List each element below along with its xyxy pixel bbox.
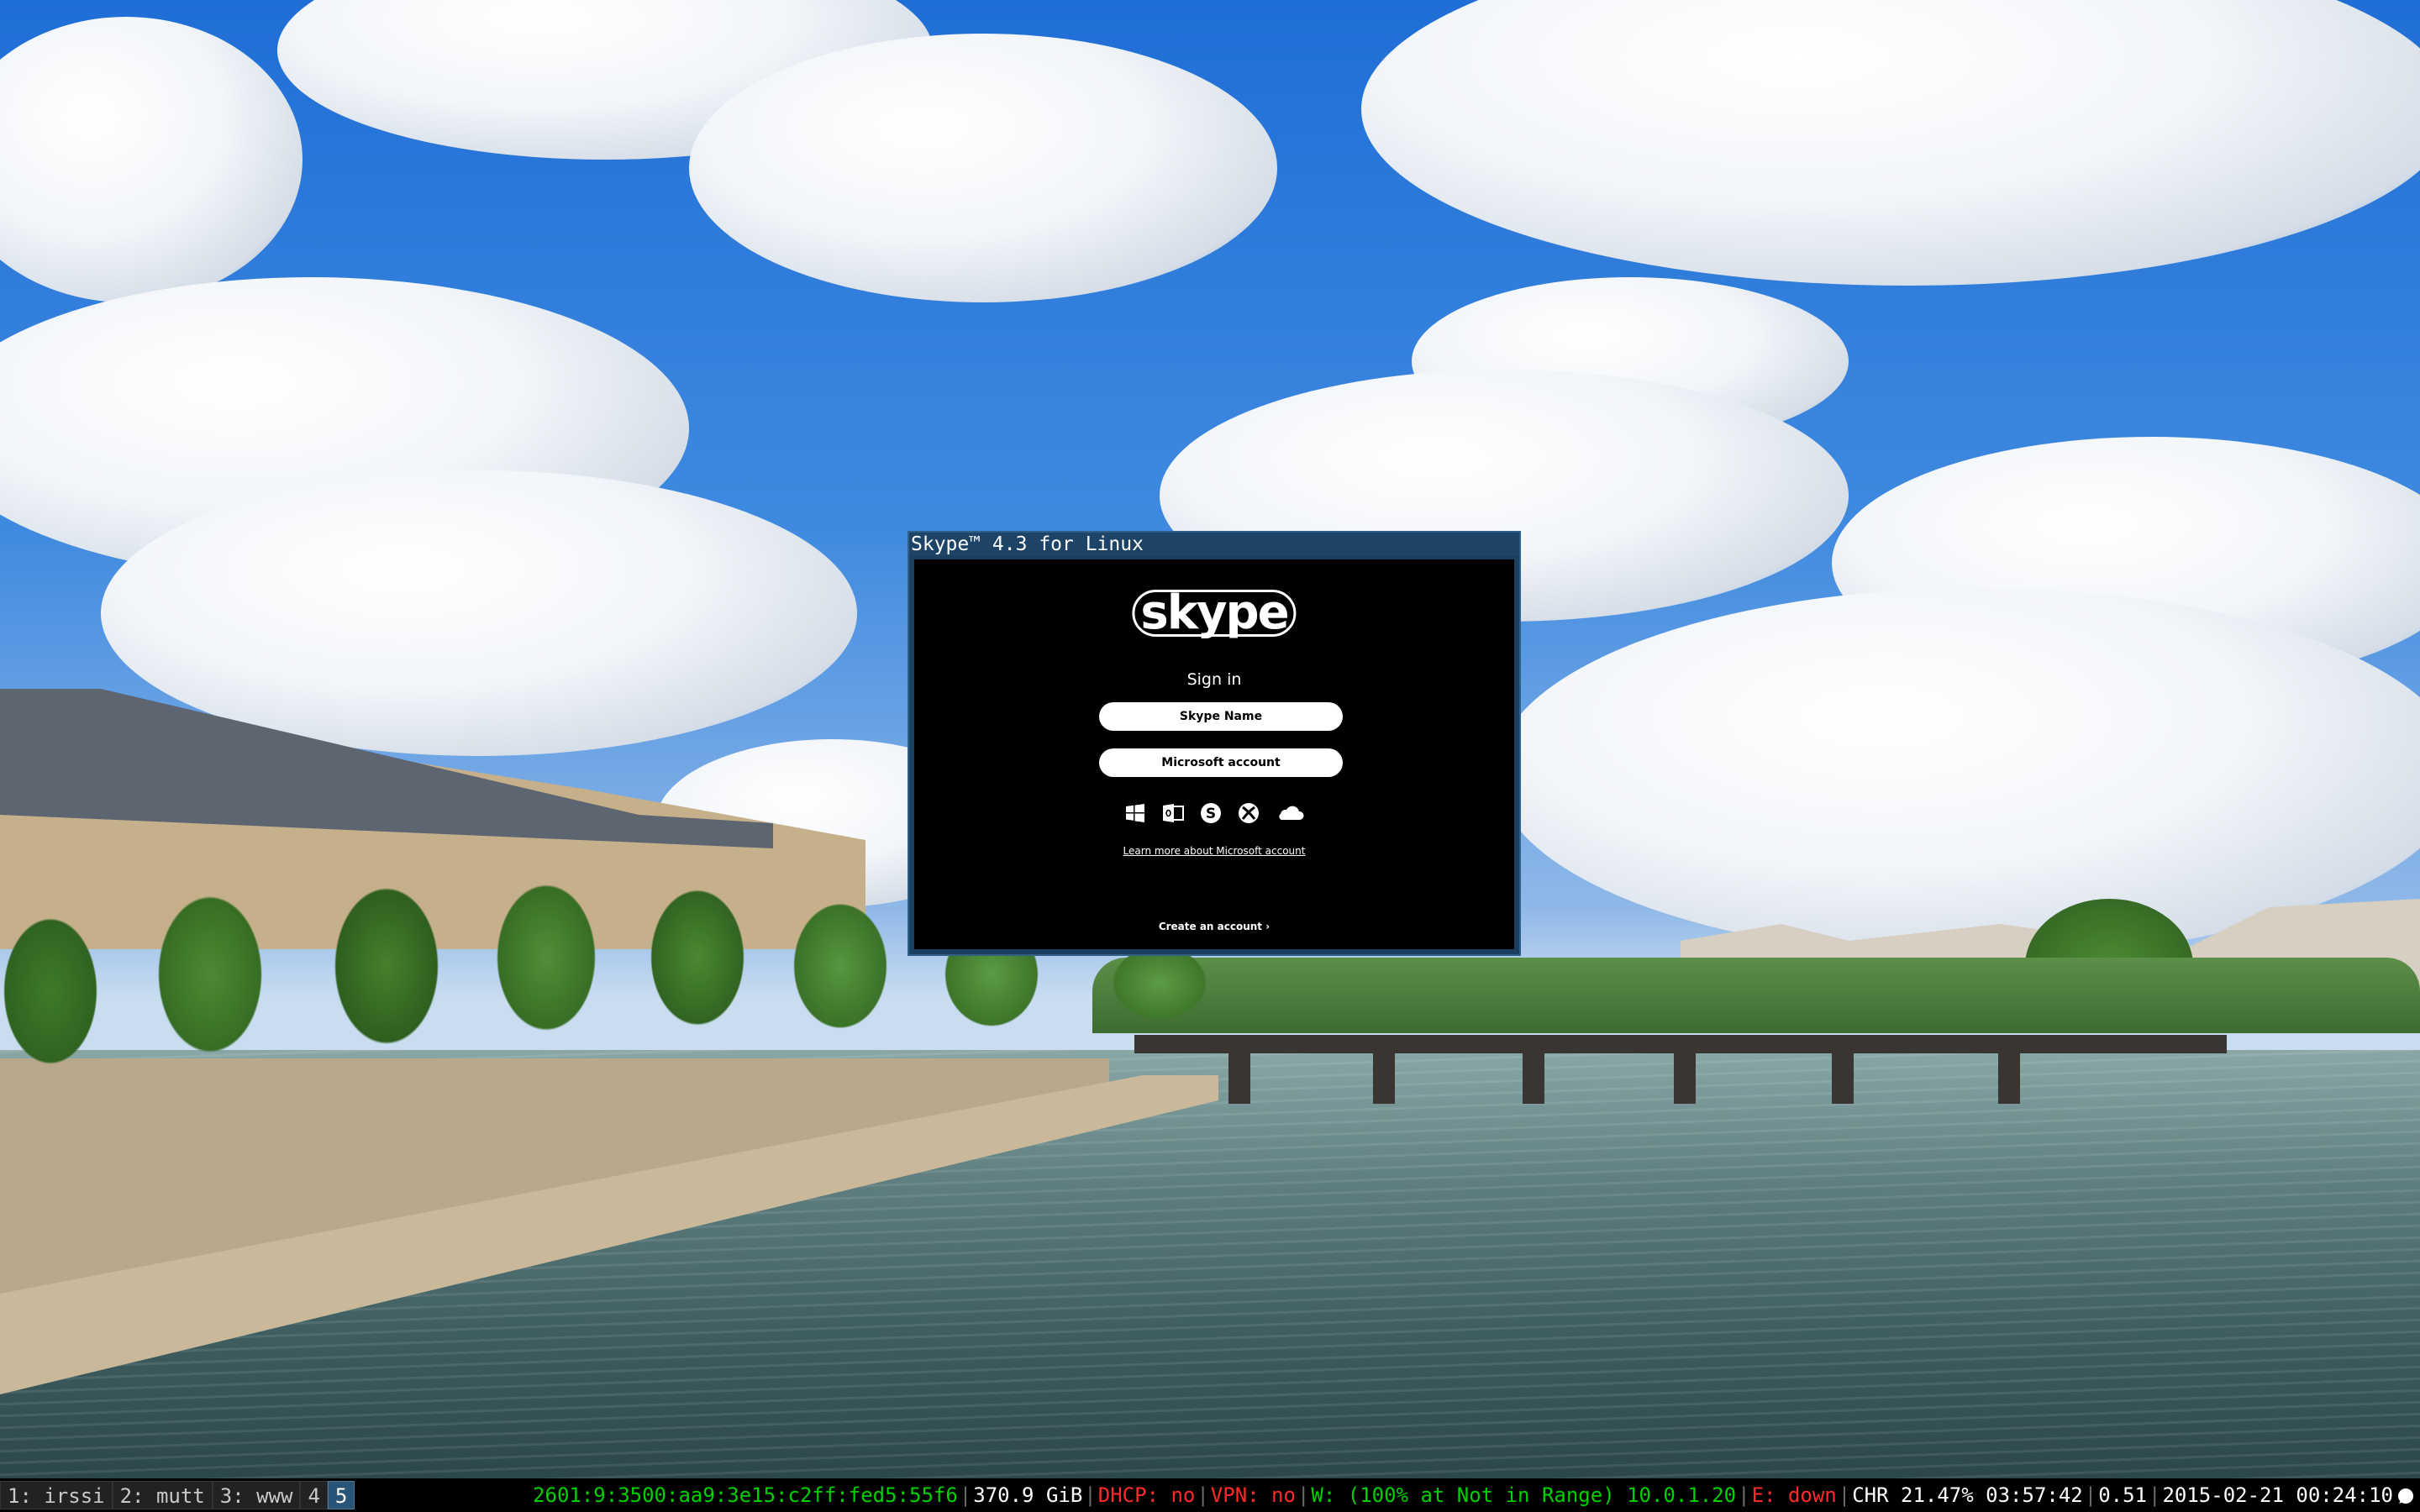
cloud	[0, 17, 302, 302]
cloud	[101, 470, 857, 756]
status-blocks: 2601:9:3500:aa9:3e15:c2ff:fed5:55f6|370.…	[533, 1478, 2415, 1512]
skype-icon: S	[1201, 803, 1221, 823]
separator: |	[1738, 1483, 1750, 1507]
separator: |	[2149, 1483, 2161, 1507]
bridge	[1134, 1035, 2227, 1053]
bridge-pier	[1373, 1053, 1395, 1104]
outlook-icon	[1162, 804, 1184, 822]
ethernet-status: E: down	[1751, 1483, 1837, 1507]
separator: |	[1084, 1483, 1097, 1507]
bridge-pier	[1998, 1053, 2020, 1104]
workspace-button-1[interactable]: 1: irssi	[0, 1481, 113, 1509]
workspace-button-4[interactable]: 4	[300, 1481, 328, 1509]
bridge-pier	[1674, 1053, 1696, 1104]
onedrive-icon	[1279, 806, 1304, 820]
dhcp-status: DHCP: no	[1097, 1483, 1196, 1507]
skype-sign-in-panel: skype Sign in Skype Name Microsoft accou…	[914, 559, 1514, 949]
separator: |	[959, 1483, 972, 1507]
learn-more-link[interactable]: Learn more about Microsoft account	[914, 845, 1514, 857]
workspace-button-3[interactable]: 3: www	[212, 1481, 301, 1509]
windows-icon	[1125, 804, 1144, 822]
window-title: Skype™ 4.3 for Linux	[911, 533, 1144, 555]
status-bar: 1: irssi 2: mutt 3: www 4 5 2601:9:3500:aa9:…	[0, 1478, 2420, 1512]
wireless-status: W: (100% at Not in Range) 10.0.1.20	[1311, 1483, 1737, 1507]
skype-name-button[interactable]: Skype Name	[1099, 702, 1343, 731]
bridge-pier	[1832, 1053, 1854, 1104]
microsoft-services-icons: S	[914, 801, 1514, 825]
load-average: 0.51	[2098, 1483, 2147, 1507]
workspace-button-2[interactable]: 2: mutt	[112, 1481, 213, 1509]
microsoft-account-button[interactable]: Microsoft account	[1099, 748, 1343, 777]
cloud	[1361, 0, 2420, 286]
sign-in-heading: Sign in	[1186, 670, 1242, 689]
bridge-pier	[1523, 1053, 1544, 1104]
far-trees	[1092, 958, 2420, 1033]
battery-status: CHR 21.47% 03:57:42	[1852, 1483, 2083, 1507]
skype-logo-cloud	[1132, 590, 1297, 637]
cloud	[689, 34, 1277, 302]
separator: |	[1838, 1483, 1851, 1507]
skype-window[interactable]: Skype™ 4.3 for Linux skype Sign in Skype…	[908, 531, 1521, 956]
vpn-status: VPN: no	[1210, 1483, 1296, 1507]
separator: |	[2084, 1483, 2097, 1507]
workspace-button-5[interactable]: 5	[327, 1481, 355, 1509]
cloud	[1496, 588, 2420, 958]
disk-free: 370.9 GiB	[973, 1483, 1083, 1507]
window-title-bar[interactable]: Skype™ 4.3 for Linux	[909, 533, 1519, 556]
skype-logo: skype	[1132, 586, 1297, 640]
date-time: 2015-02-21 00:24:10	[2162, 1483, 2393, 1507]
create-account-link[interactable]: Create an account ›	[914, 921, 1514, 932]
xbox-icon	[1239, 803, 1260, 823]
separator: |	[1197, 1483, 1209, 1507]
svg-text:S: S	[1206, 806, 1216, 822]
ipv6-address: 2601:9:3500:aa9:3e15:c2ff:fed5:55f6	[533, 1483, 958, 1507]
skype-tray-icon[interactable]	[2396, 1487, 2415, 1505]
separator: |	[1297, 1483, 1310, 1507]
